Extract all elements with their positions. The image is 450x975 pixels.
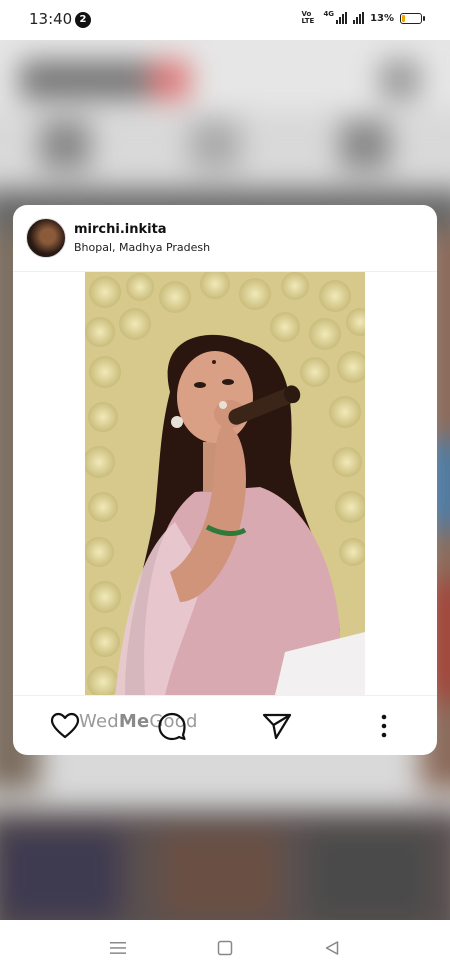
post-photo[interactable] bbox=[85, 272, 365, 695]
battery-percent: 13% bbox=[370, 12, 394, 24]
like-button[interactable] bbox=[49, 710, 81, 742]
home-square-icon bbox=[217, 940, 233, 956]
battery-icon bbox=[400, 12, 425, 24]
clock: 13:40 bbox=[29, 10, 73, 28]
send-icon bbox=[262, 713, 292, 740]
post-header: mirchi.inkita Bhopal, Madhya Pradesh bbox=[13, 205, 437, 272]
post-preview-card[interactable]: mirchi.inkita Bhopal, Madhya Pradesh Wed… bbox=[13, 205, 437, 755]
volte-icon: Vo LTE bbox=[301, 10, 315, 25]
home-button[interactable] bbox=[213, 937, 237, 959]
back-button[interactable] bbox=[320, 937, 344, 959]
notification-count-badge: 2 bbox=[75, 12, 91, 28]
recents-button[interactable] bbox=[106, 937, 130, 959]
more-vertical-icon bbox=[381, 714, 387, 738]
signal-icon bbox=[336, 12, 348, 24]
share-button[interactable] bbox=[261, 710, 293, 742]
more-options-button[interactable] bbox=[368, 710, 400, 742]
signal-icon-secondary bbox=[353, 12, 365, 24]
singer-photo-illustration bbox=[85, 272, 365, 695]
post-location[interactable]: Bhopal, Madhya Pradesh bbox=[74, 241, 210, 254]
heart-icon bbox=[50, 712, 80, 739]
system-navigation-bar bbox=[0, 920, 450, 975]
system-indicators: Vo LTE 4G 13% bbox=[301, 10, 425, 25]
back-triangle-icon bbox=[325, 941, 339, 955]
network-type-label: 4G bbox=[323, 10, 335, 18]
comment-button[interactable] bbox=[156, 710, 188, 742]
avatar[interactable] bbox=[26, 218, 66, 258]
comment-icon bbox=[158, 712, 186, 741]
menu-icon bbox=[110, 942, 126, 954]
post-action-bar: WedMeGood bbox=[13, 695, 437, 755]
status-bar: 13:40 2 Vo LTE 4G 13% bbox=[0, 0, 450, 40]
post-username[interactable]: mirchi.inkita bbox=[74, 222, 167, 237]
